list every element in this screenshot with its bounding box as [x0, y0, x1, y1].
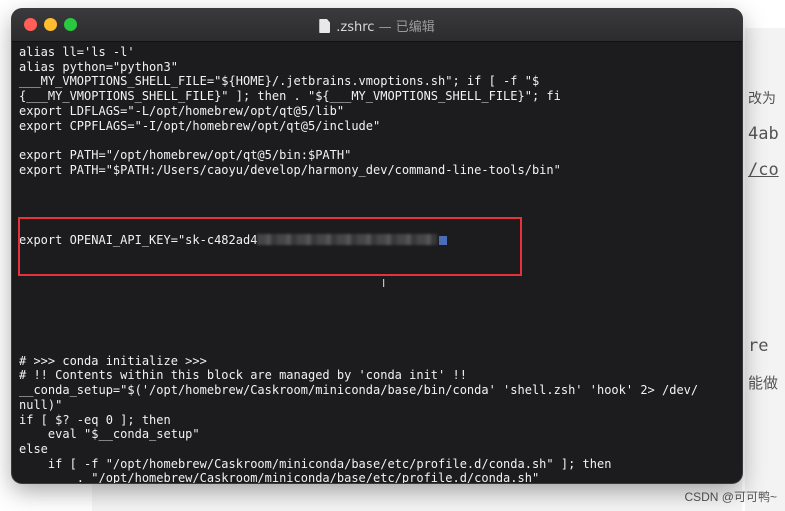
- csdn-watermark: CSDN @可可鸭~: [684, 490, 777, 504]
- file-name: .zshrc: [336, 20, 375, 35]
- edited-status: — 已编辑: [378, 20, 435, 35]
- code-line: null)": [19, 397, 63, 412]
- code-line: ___MY_VMOPTIONS_SHELL_FILE="${HOME}/.jet…: [19, 74, 540, 89]
- code-line: alias ll='ls -l': [19, 45, 135, 59]
- code-line: alias python="python3": [19, 59, 178, 74]
- background-text-fragment: 改为 -: [748, 91, 785, 107]
- code-line: export CPPFLAGS="-I/opt/homebrew/opt/qt@…: [19, 118, 381, 133]
- editor-text-area[interactable]: export OPENAI_API_KEY="sk-c482ad4 Ⅰ alia…: [12, 42, 742, 483]
- code-line: __conda_setup="$('/opt/homebrew/Caskroom…: [19, 383, 699, 398]
- window-title: .zshrc — 已编辑: [12, 16, 742, 35]
- code-line: export PATH="$PATH:/Users/caoyu/develop/…: [19, 162, 561, 177]
- code-line: # !! Contents within this block are mana…: [19, 368, 467, 383]
- api-key-highlight-box: [18, 217, 522, 276]
- document-icon: [319, 19, 331, 33]
- text-cursor-icon: Ⅰ: [382, 277, 386, 290]
- code-line: {___MY_VMOPTIONS_SHELL_FILE}" ]; then . …: [19, 89, 561, 104]
- background-text-cn: 能做: [748, 374, 779, 392]
- code-line: export PATH="/opt/homebrew/opt/qt@5/bin:…: [19, 147, 352, 162]
- code-line: if [ $? -eq 0 ]; then: [19, 412, 171, 427]
- code-line: else: [19, 441, 48, 456]
- background-text-re: re: [748, 336, 769, 356]
- code-line: . "/opt/homebrew/Caskroom/miniconda/base…: [19, 471, 540, 483]
- background-link-co[interactable]: /co: [748, 160, 779, 180]
- title-bar[interactable]: .zshrc — 已编辑: [12, 9, 742, 42]
- code-line: export LDFLAGS="-L/opt/homebrew/opt/qt@5…: [19, 103, 345, 118]
- code-line: # >>> conda initialize >>>: [19, 353, 207, 368]
- background-text-4ab: 4ab: [748, 124, 779, 144]
- code-line: if [ -f "/opt/homebrew/Caskroom/minicond…: [19, 456, 612, 471]
- text-editor-window: .zshrc — 已编辑 export OPENAI_API_KEY="sk-c…: [12, 9, 742, 483]
- code-line: eval "$__conda_setup": [19, 427, 200, 442]
